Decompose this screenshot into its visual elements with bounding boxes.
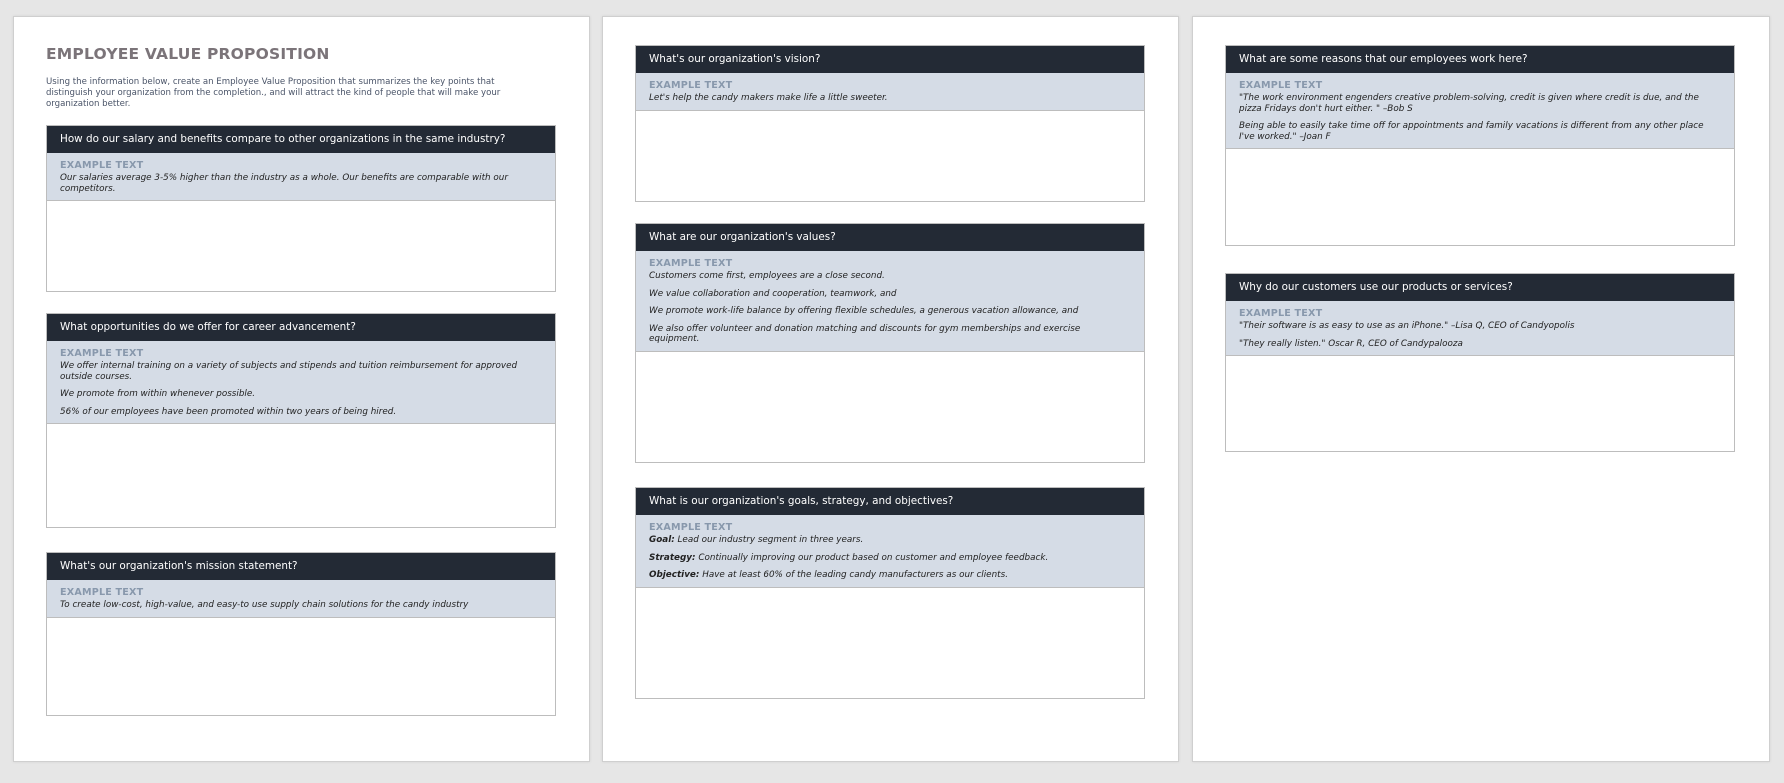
section-career: What opportunities do we offer for caree…: [46, 313, 556, 529]
section-question: Why do our customers use our products or…: [1226, 274, 1734, 301]
example-label: EXAMPLE TEXT: [60, 587, 144, 598]
document-title: EMPLOYEE VALUE PROPOSITION: [46, 45, 330, 63]
objective-label: Objective:: [649, 570, 700, 581]
document-page-1: EMPLOYEE VALUE PROPOSITION Using the inf…: [13, 16, 590, 762]
answer-field[interactable]: [636, 111, 1144, 201]
example-label: EXAMPLE TEXT: [649, 258, 733, 269]
section-values: What are our organization's values? EXAM…: [635, 223, 1145, 463]
section-question: What are some reasons that our employees…: [1226, 46, 1734, 73]
example-label: EXAMPLE TEXT: [1239, 308, 1323, 319]
example-line: We offer internal training on a variety …: [60, 361, 518, 382]
example-line: We promote from within whenever possible…: [60, 389, 256, 400]
answer-field[interactable]: [1226, 149, 1734, 245]
answer-field[interactable]: [1226, 356, 1734, 451]
example-line: "Their software is as easy to use as an …: [1239, 321, 1575, 331]
example-label: EXAMPLE TEXT: [649, 522, 733, 533]
section-mission: What's our organization's mission statem…: [46, 552, 556, 716]
example-block: EXAMPLE TEXT We offer internal training …: [47, 341, 555, 425]
example-label: EXAMPLE TEXT: [649, 80, 733, 91]
section-question: How do our salary and benefits compare t…: [47, 126, 555, 153]
example-block: EXAMPLE TEXT "The work environment engen…: [1226, 73, 1734, 150]
section-question: What's our organization's mission statem…: [47, 553, 555, 580]
answer-field[interactable]: [47, 201, 555, 291]
example-line: We value collaboration and cooperation, …: [649, 288, 897, 299]
example-line: Let's help the candy makers make life a …: [649, 93, 888, 103]
example-block: EXAMPLE TEXT Customers come first, emplo…: [636, 251, 1144, 352]
example-block: EXAMPLE TEXT To create low-cost, high-va…: [47, 580, 555, 618]
example-line: 56% of our employees have been promoted …: [60, 406, 397, 417]
example-line: "They really listen." Oscar R, CEO of Ca…: [1239, 338, 1463, 349]
answer-field[interactable]: [636, 588, 1144, 698]
section-salary: How do our salary and benefits compare t…: [46, 125, 556, 293]
section-vision: What's our organization's vision? EXAMPL…: [635, 45, 1145, 202]
document-page-3: What are some reasons that our employees…: [1192, 16, 1770, 762]
example-line: "The work environment engenders creative…: [1239, 93, 1699, 114]
section-question: What are our organization's values?: [636, 224, 1144, 251]
section-question: What opportunities do we offer for caree…: [47, 314, 555, 341]
example-line: Customers come first, employees are a cl…: [649, 271, 885, 281]
answer-field[interactable]: [47, 424, 555, 527]
goal-line: Goal: Lead our industry segment in three…: [649, 535, 1131, 546]
example-label: EXAMPLE TEXT: [1239, 80, 1323, 91]
answer-field[interactable]: [47, 618, 555, 715]
objective-text: Have at least 60% of the leading candy m…: [699, 570, 1008, 581]
section-question: What is our organization's goals, strate…: [636, 488, 1144, 515]
goal-text: Lead our industry segment in three years…: [674, 535, 864, 545]
example-label: EXAMPLE TEXT: [60, 348, 144, 359]
document-intro: Using the information below, create an E…: [46, 77, 501, 109]
strategy-line: Strategy: Continually improving our prod…: [649, 553, 1131, 564]
example-line: We also offer volunteer and donation mat…: [649, 323, 1081, 345]
answer-field[interactable]: [636, 352, 1144, 462]
example-line: We promote work-life balance by offering…: [649, 306, 1079, 317]
example-line: Our salaries average 3-5% higher than th…: [60, 173, 508, 194]
section-goals: What is our organization's goals, strate…: [635, 487, 1145, 699]
example-block: EXAMPLE TEXT Goal: Lead our industry seg…: [636, 515, 1144, 588]
example-line: Being able to easily take time off for a…: [1239, 121, 1704, 142]
section-reasons: What are some reasons that our employees…: [1225, 45, 1735, 247]
goal-label: Goal:: [649, 535, 675, 545]
document-page-2: What's our organization's vision? EXAMPL…: [602, 16, 1179, 762]
strategy-text: Continually improving our product based …: [695, 552, 1049, 563]
section-question: What's our organization's vision?: [636, 46, 1144, 73]
strategy-label: Strategy:: [649, 552, 696, 563]
example-line: To create low-cost, high-value, and easy…: [60, 600, 469, 610]
example-block: EXAMPLE TEXT Let's help the candy makers…: [636, 73, 1144, 111]
objective-line: Objective: Have at least 60% of the lead…: [649, 570, 1131, 581]
example-label: EXAMPLE TEXT: [60, 160, 144, 171]
section-customers: Why do our customers use our products or…: [1225, 273, 1735, 453]
example-block: EXAMPLE TEXT Our salaries average 3-5% h…: [47, 153, 555, 202]
example-block: EXAMPLE TEXT "Their software is as easy …: [1226, 301, 1734, 357]
